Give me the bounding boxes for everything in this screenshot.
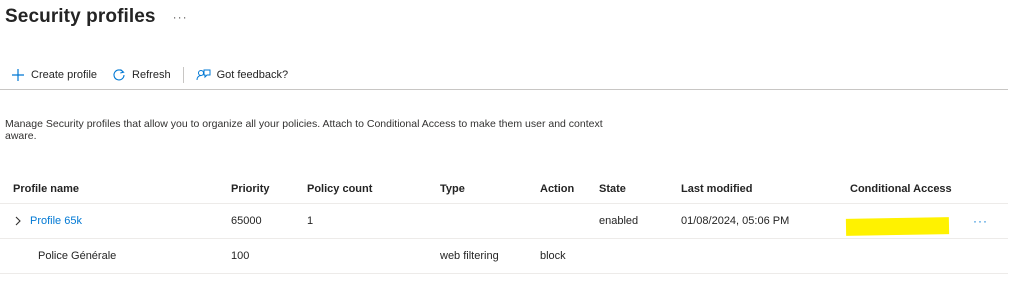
last-modified-cell: 01/08/2024, 05:06 PM [681,215,790,227]
column-header-last-modified[interactable]: Last modified [681,175,753,203]
policy-count-cell: 1 [307,215,314,227]
refresh-icon [111,67,127,83]
profiles-table: Profile name Priority Policy count Type … [0,175,1008,274]
column-header-action[interactable]: Action [540,175,574,203]
page-more-icon[interactable]: ··· [173,11,188,23]
column-header-policy-count[interactable]: Policy count [307,175,372,203]
column-header-type[interactable]: Type [440,175,465,203]
column-header-state[interactable]: State [599,175,626,203]
column-header-conditional-access[interactable]: Conditional Access [850,175,952,203]
command-bar: Create profile Refresh Got feedback? [10,66,288,84]
state-cell: enabled [599,215,639,227]
type-cell: web filtering [440,250,499,262]
policy-name-cell: Police Générale [38,250,117,262]
create-profile-button[interactable]: Create profile [10,67,97,83]
table-row[interactable]: Police Générale 100 web filtering block [0,239,1008,274]
plus-icon [10,67,26,83]
redaction-highlight [845,217,950,236]
column-header-profile-name[interactable]: Profile name [13,175,79,203]
table-row[interactable]: Profile 65k 65000 1 enabled 01/08/2024, … [0,204,1008,239]
priority-cell: 100 [231,250,250,262]
feedback-button[interactable]: Got feedback? [196,67,289,83]
profile-name-link[interactable]: Profile 65k [30,215,82,227]
action-cell: block [540,250,566,262]
priority-cell: 65000 [231,215,262,227]
feedback-icon [196,67,212,83]
page-title: Security profiles [5,6,156,27]
table-header-row: Profile name Priority Policy count Type … [0,175,1008,204]
column-header-priority[interactable]: Priority [231,175,270,203]
page-description: Manage Security profiles that allow you … [5,118,603,142]
title-row: Security profiles ··· [5,6,188,28]
chevron-right-icon[interactable] [13,216,23,226]
refresh-label: Refresh [132,69,171,81]
create-profile-label: Create profile [31,69,98,81]
feedback-label: Got feedback? [216,69,289,81]
toolbar-separator [182,67,184,83]
profile-name-cell: Profile 65k [13,204,82,238]
row-more-icon[interactable]: ··· [973,204,988,238]
toolbar-divider [0,89,1008,90]
refresh-button[interactable]: Refresh [111,67,171,83]
